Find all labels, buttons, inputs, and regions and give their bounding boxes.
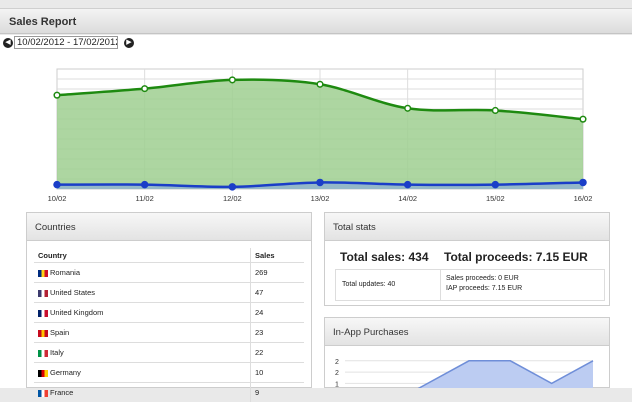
data-point xyxy=(580,179,586,185)
date-range-input[interactable]: 10/02/2012 - 17/02/2012 xyxy=(14,36,118,49)
data-point xyxy=(230,77,236,83)
sales-cell: 9 xyxy=(251,383,305,402)
series-area xyxy=(345,361,593,388)
country-name: France xyxy=(50,388,73,397)
table-row: France 9 xyxy=(34,383,304,402)
country-name: Spain xyxy=(50,328,69,337)
y-tick-label: 2 xyxy=(335,359,339,366)
countries-table: Country Sales Romania269United States47U… xyxy=(34,248,304,402)
table-row: Germany 10 xyxy=(34,363,304,383)
table-row: United Kingdom 24 xyxy=(34,303,304,323)
data-point xyxy=(493,108,499,114)
page-title: Sales Report xyxy=(9,16,76,28)
data-point xyxy=(492,182,498,188)
flag-icon xyxy=(38,330,48,337)
sales-cell: 269 xyxy=(251,263,305,283)
country-name: United States xyxy=(50,288,95,297)
sales-chart: 10/02 11/02 12/02 13/02 14/02 15/02 16/02 xyxy=(0,51,632,211)
data-point xyxy=(317,179,323,185)
chevron-right-icon[interactable]: ▶ xyxy=(124,38,134,48)
iap-proceeds: IAP proceeds: 7.15 EUR xyxy=(446,285,522,292)
total-sales: Total sales: 434 xyxy=(340,250,429,264)
total-stats-panel: Total stats Total sales: 434 Total proce… xyxy=(324,212,610,306)
y-tick-label: 2 xyxy=(335,370,339,377)
x-tick-label: 11/02 xyxy=(136,194,154,203)
sales-cell: 23 xyxy=(251,323,305,343)
total-proceeds: Total proceeds: 7.15 EUR xyxy=(444,250,588,264)
data-point xyxy=(405,105,411,111)
data-point xyxy=(317,81,323,87)
table-row: Italy 22 xyxy=(34,343,304,363)
column-header-sales: Sales xyxy=(251,248,305,263)
country-name: Romania xyxy=(50,268,80,277)
report-header: Sales Report xyxy=(0,8,632,34)
chevron-left-icon[interactable]: ◀ xyxy=(3,38,13,48)
date-range-bar: ◀ 10/02/2012 - 17/02/2012 ▶ xyxy=(0,35,632,51)
sales-cell: 24 xyxy=(251,303,305,323)
table-row: United States 47 xyxy=(34,283,304,303)
country-cell: Romania xyxy=(34,263,251,283)
country-name: Italy xyxy=(50,348,64,357)
sales-cell: 10 xyxy=(251,363,305,383)
x-tick-label: 10/02 xyxy=(48,194,67,203)
x-tick-label: 16/02 xyxy=(574,194,593,203)
country-cell: Spain xyxy=(34,323,251,343)
table-row: Romania 269 xyxy=(34,263,304,283)
countries-panel: Countries Country Sales Romania269United… xyxy=(26,212,312,388)
data-point xyxy=(580,116,586,122)
x-tick-label: 12/02 xyxy=(223,194,242,203)
stats-detail-box: Total updates: 40 Sales proceeds: 0 EUR … xyxy=(335,269,605,301)
x-tick-label: 15/02 xyxy=(486,194,505,203)
y-tick-label: 1 xyxy=(335,381,339,388)
country-cell: France xyxy=(34,383,251,402)
sales-cell: 22 xyxy=(251,343,305,363)
flag-icon xyxy=(38,350,48,357)
data-point xyxy=(142,182,148,188)
flag-icon xyxy=(38,290,48,297)
country-cell: United States xyxy=(34,283,251,303)
country-cell: United Kingdom xyxy=(34,303,251,323)
flag-icon xyxy=(38,270,48,277)
data-point xyxy=(405,182,411,188)
total-stats-title: Total stats xyxy=(325,213,609,241)
x-tick-label: 13/02 xyxy=(311,194,330,203)
data-point xyxy=(54,182,60,188)
iap-title: In-App Purchases xyxy=(325,318,609,346)
data-point xyxy=(229,184,235,190)
data-point xyxy=(54,92,60,98)
total-updates: Total updates: 40 xyxy=(342,281,395,288)
iap-chart: 2 2 1 xyxy=(325,346,609,388)
table-row: Spain 23 xyxy=(34,323,304,343)
iap-panel: In-App Purchases 2 2 1 xyxy=(324,317,610,388)
country-name: United Kingdom xyxy=(50,308,103,317)
column-header-country: Country xyxy=(34,248,251,263)
data-point xyxy=(142,86,148,92)
flag-icon xyxy=(38,310,48,317)
flag-icon xyxy=(38,370,48,377)
x-tick-label: 14/02 xyxy=(398,194,417,203)
sales-proceeds: Sales proceeds: 0 EUR xyxy=(446,275,519,282)
country-cell: Italy xyxy=(34,343,251,363)
country-cell: Germany xyxy=(34,363,251,383)
countries-title: Countries xyxy=(27,213,311,241)
sales-cell: 47 xyxy=(251,283,305,303)
flag-icon xyxy=(38,390,48,397)
country-name: Germany xyxy=(50,368,81,377)
